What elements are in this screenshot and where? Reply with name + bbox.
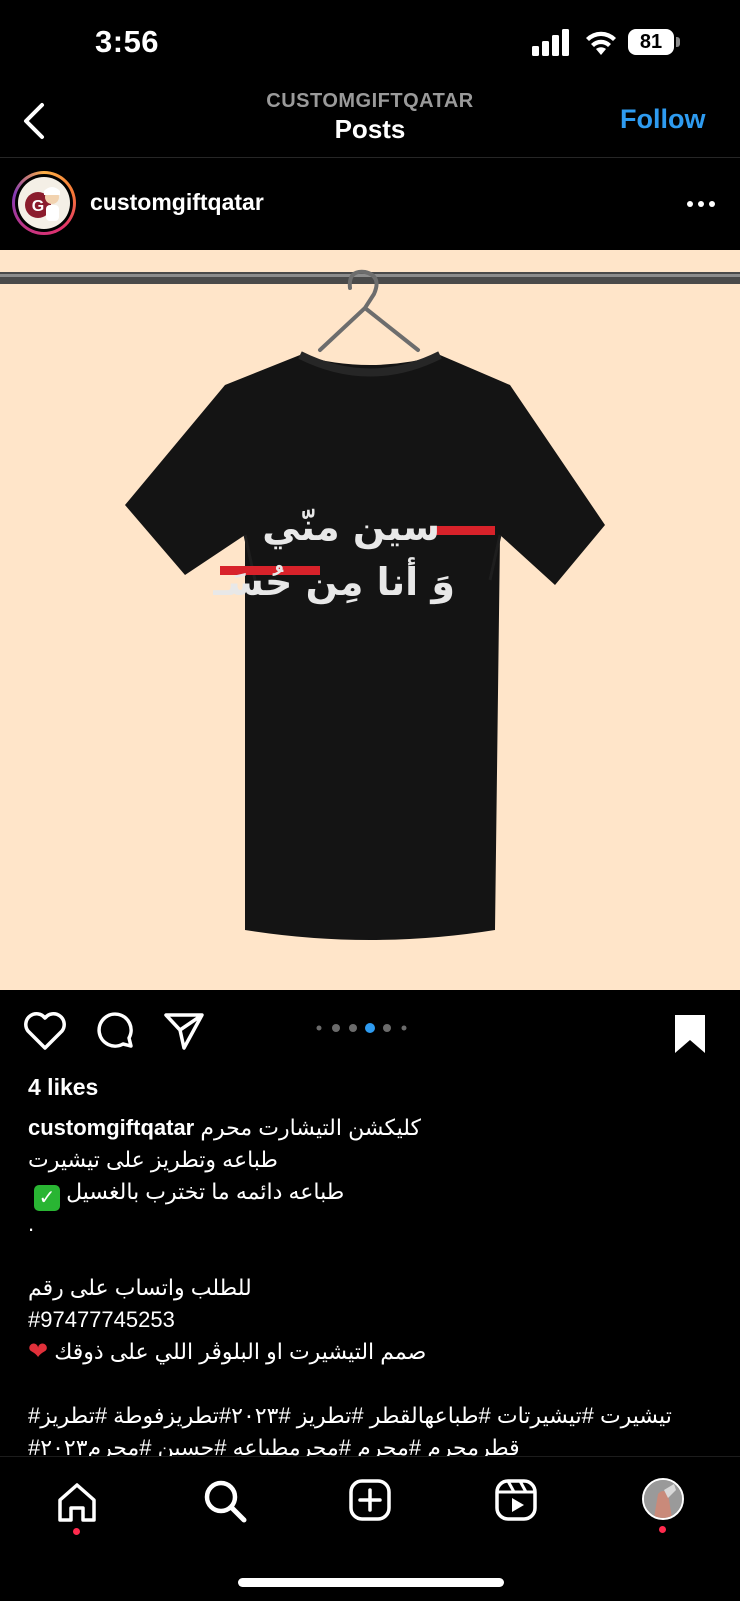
caption-line: customgiftqatar كليكشن التيشارت محرم — [28, 1112, 421, 1144]
share-send-icon[interactable] — [162, 1010, 206, 1052]
carousel-dot — [383, 1024, 391, 1032]
follow-button[interactable]: Follow — [620, 104, 705, 135]
caption-hashtags[interactable]: #تيشيرت #تيشيرتات #طباعهالقطر #تطريز #٢٠… — [28, 1400, 672, 1432]
create-post-icon[interactable] — [348, 1478, 392, 1522]
caption-line: ✓ طباعه دائمه ما تخترب بالغسيل — [28, 1176, 344, 1211]
post-username[interactable]: customgiftqatar — [90, 189, 264, 216]
status-time: 3:56 — [95, 24, 160, 59]
wifi-icon — [586, 31, 616, 55]
carousel-dot — [332, 1024, 340, 1032]
like-heart-icon[interactable] — [22, 1010, 68, 1052]
check-mark-icon: ✓ — [34, 1185, 60, 1211]
save-bookmark-icon[interactable] — [672, 1012, 708, 1056]
more-options-icon[interactable] — [686, 198, 716, 210]
avatar[interactable]: G — [18, 177, 70, 229]
red-heart-icon: ❤ — [28, 1338, 49, 1365]
caption-line: طباعه وتطريز على تيشيرت — [28, 1147, 278, 1172]
svg-text:G: G — [32, 198, 44, 215]
caption-username[interactable]: customgiftqatar — [28, 1115, 194, 1140]
caption-line: . — [28, 1211, 35, 1236]
header-divider — [0, 157, 740, 158]
carousel-dot — [316, 1025, 322, 1031]
carousel-dot — [401, 1025, 407, 1031]
caption-text: طباعه دائمه ما تخترب بالغسيل — [66, 1179, 345, 1204]
profile-notification-dot — [659, 1526, 666, 1533]
carousel-dots — [316, 1023, 407, 1033]
profile-avatar-tab[interactable] — [642, 1478, 684, 1520]
caption-line: ❤ صمم التيشيرت او البلوڤر اللي على ذوقك — [28, 1336, 426, 1368]
search-icon[interactable] — [202, 1478, 248, 1524]
home-notification-dot — [73, 1528, 80, 1535]
likes-count[interactable]: 4 likes — [28, 1074, 98, 1101]
post-image[interactable]: سين منّي وَ أنا مِن حُسَـ — [0, 250, 740, 990]
comment-icon[interactable] — [93, 1010, 137, 1054]
caption-text: صمم التيشيرت او البلوڤر اللي على ذوقك — [54, 1339, 427, 1364]
carousel-dot — [349, 1024, 357, 1032]
caption-hashtag-phone[interactable]: #97477745253 — [28, 1304, 175, 1336]
cellular-signal-icon — [532, 29, 569, 56]
battery-level: 81 — [639, 31, 663, 53]
reels-icon[interactable] — [494, 1478, 538, 1522]
tshirt-illustration: سين منّي وَ أنا مِن حُسَـ — [0, 269, 740, 940]
shirt-text-line2: وَ أنا مِن حُسَـ — [212, 557, 455, 605]
caption-text: كليكشن التيشارت محرم — [200, 1115, 422, 1140]
battery-indicator: 81 — [628, 29, 682, 55]
caption-line: للطلب واتساب على رقم — [28, 1275, 252, 1300]
carousel-dot-active — [365, 1023, 375, 1033]
shirt-text-line1: سين منّي — [262, 505, 440, 549]
home-icon[interactable] — [55, 1480, 99, 1524]
home-indicator — [238, 1578, 504, 1587]
